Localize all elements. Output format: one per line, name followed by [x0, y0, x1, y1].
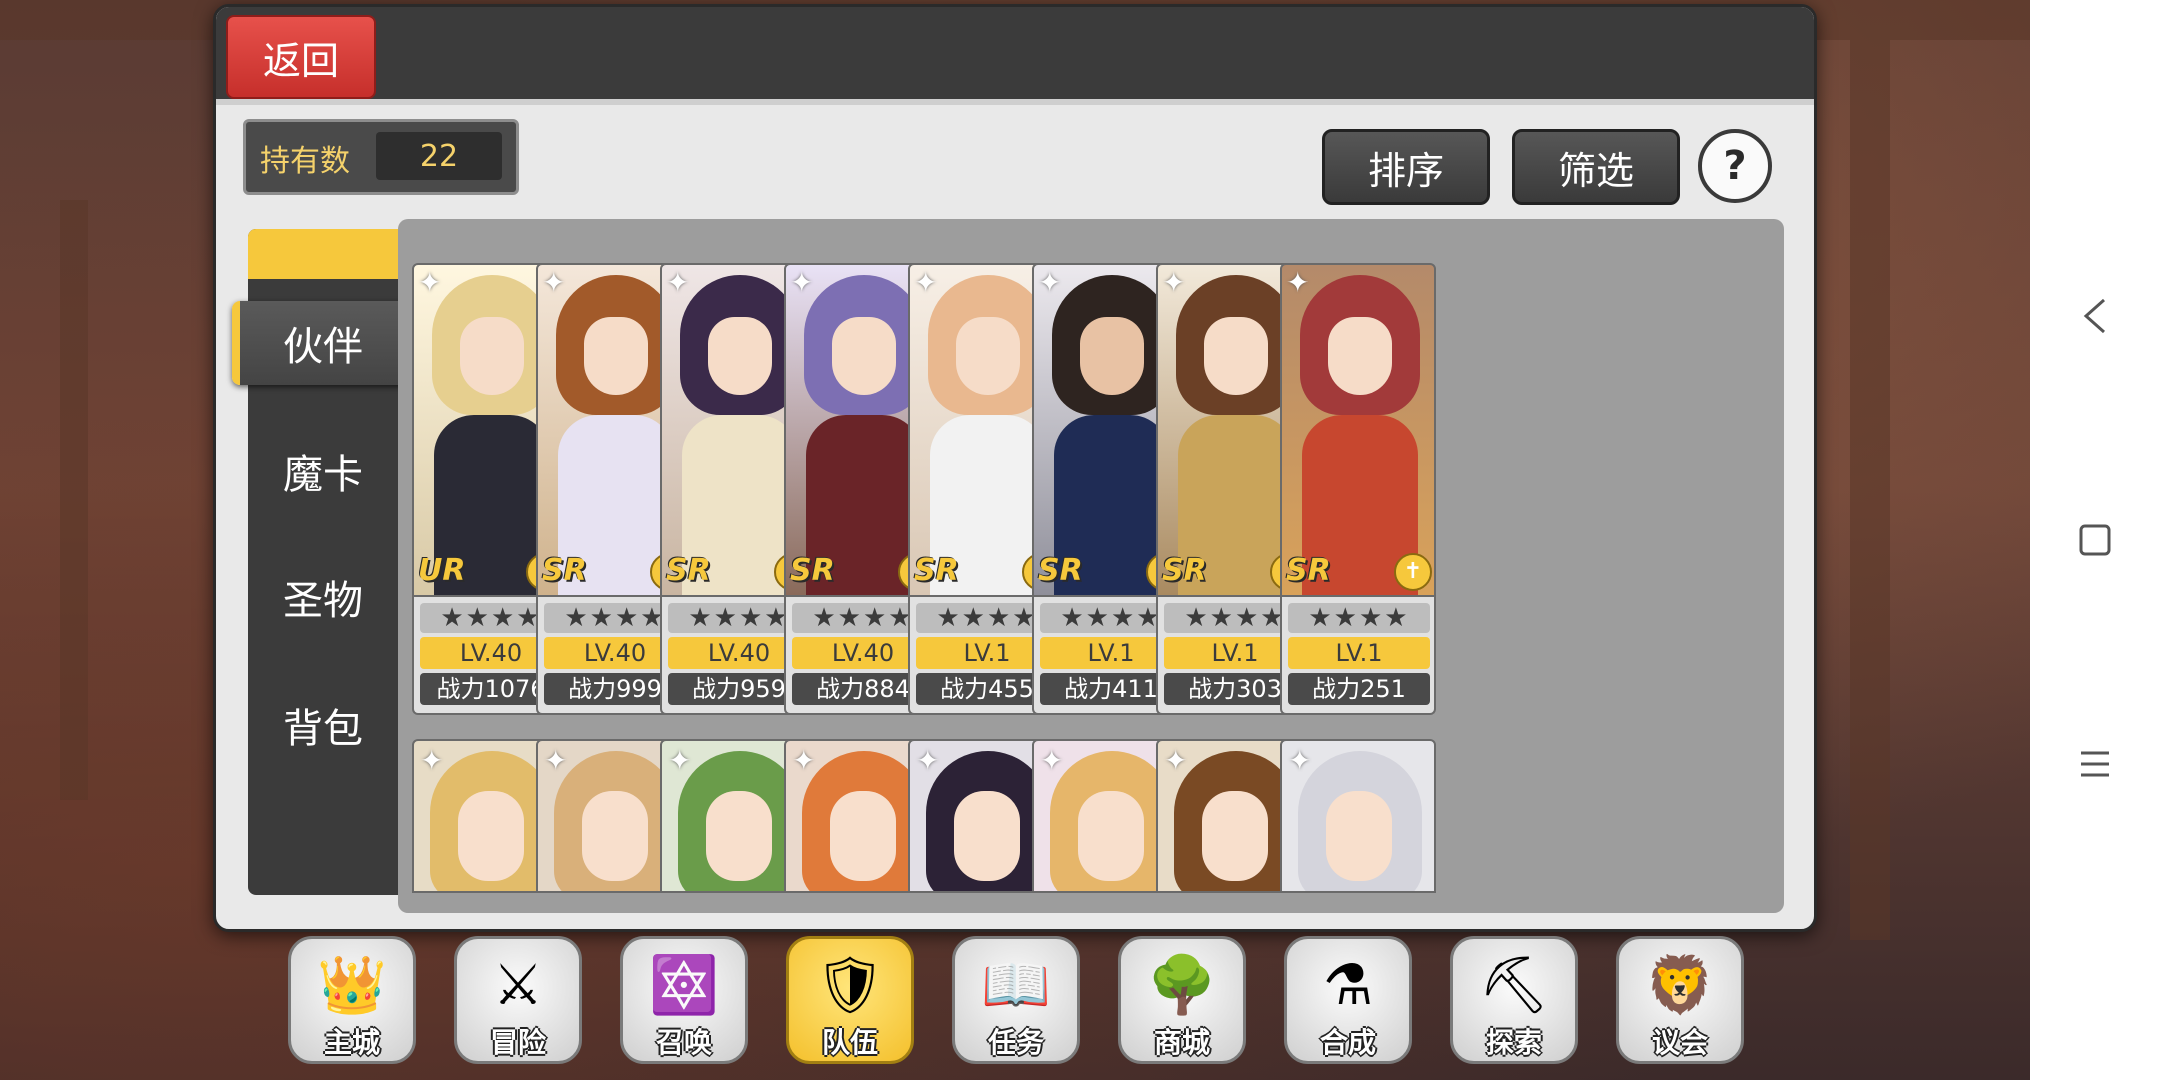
- nav-label: 冒险: [489, 1026, 546, 1059]
- nav-summon[interactable]: 🔯 召唤: [620, 936, 748, 1064]
- owned-count-value: 22: [376, 132, 502, 180]
- element-gem-icon: ✦: [1040, 744, 1064, 777]
- character-card[interactable]: ✦ SR ✝ ★★★★ LV.1 战力251: [1280, 263, 1436, 715]
- nav-label: 召唤: [655, 1026, 712, 1059]
- nav-adventure[interactable]: ⚔ 冒险: [454, 936, 582, 1064]
- nav-quests[interactable]: 📖 任务: [952, 936, 1080, 1064]
- nav-label: 主城: [323, 1026, 380, 1059]
- rarity-badge: SR: [666, 553, 711, 588]
- nav-label: 商城: [1153, 1026, 1210, 1059]
- home-square-icon[interactable]: [2030, 500, 2159, 580]
- card-summon-icon: 🔯: [649, 953, 719, 1018]
- nav-label: 合成: [1319, 1026, 1376, 1059]
- element-gem-icon: ✦: [1162, 266, 1186, 299]
- level-label: LV.1: [1288, 637, 1430, 669]
- nav-team[interactable]: 🛡 队伍: [786, 936, 914, 1064]
- wings-emblem-icon: 🛡: [814, 953, 886, 1018]
- side-tab-accent: [248, 229, 398, 279]
- power-label: 战力251: [1288, 673, 1430, 705]
- nav-main-city[interactable]: 👑 主城: [288, 936, 416, 1064]
- rarity-badge: SR: [1286, 553, 1331, 588]
- nav-label: 议会: [1651, 1026, 1708, 1059]
- owned-count-label: 持有数: [260, 144, 350, 179]
- council-emblem-icon: 🦁: [1645, 953, 1715, 1018]
- cross-icon: ✝: [1394, 553, 1432, 591]
- tab-magic-cards[interactable]: 魔卡: [248, 429, 398, 513]
- help-button[interactable]: ?: [1698, 129, 1772, 203]
- element-gem-icon: ✦: [542, 266, 566, 299]
- element-gem-icon: ✦: [418, 266, 442, 299]
- element-gem-icon: ✦: [420, 744, 444, 777]
- potion-icon: ⚗: [1322, 953, 1374, 1018]
- rarity-badge: SR: [542, 553, 587, 588]
- sort-button[interactable]: 排序: [1322, 129, 1490, 205]
- tab-partners[interactable]: 伙伴: [232, 301, 406, 385]
- element-gem-icon: ✦: [1038, 266, 1062, 299]
- element-gem-icon: ✦: [792, 744, 816, 777]
- character-portrait: [1280, 263, 1436, 597]
- team-panel: 返回 持有数 22 排序 筛选 ? 伙伴 魔卡 圣物 背包 ✦ UR ➶ ★★★…: [213, 4, 1817, 932]
- element-gem-icon: ✦: [1286, 266, 1310, 299]
- nav-shop[interactable]: 🌳 商城: [1118, 936, 1246, 1064]
- back-triangle-icon[interactable]: [2030, 276, 2159, 356]
- element-gem-icon: ✦: [914, 266, 938, 299]
- nav-label: 探索: [1485, 1026, 1542, 1059]
- rarity-badge: SR: [914, 553, 959, 588]
- character-card[interactable]: ✦: [1280, 739, 1436, 893]
- element-gem-icon: ✦: [916, 744, 940, 777]
- rarity-badge: UR: [418, 553, 466, 588]
- nav-synthesis[interactable]: ⚗ 合成: [1284, 936, 1412, 1064]
- element-gem-icon: ✦: [666, 266, 690, 299]
- card-info: ★★★★ LV.1 战力251: [1280, 597, 1436, 715]
- android-nav-bar: [2030, 0, 2159, 1080]
- element-gem-icon: ✦: [668, 744, 692, 777]
- star-rating: ★★★★: [1288, 603, 1430, 633]
- element-gem-icon: ✦: [1164, 744, 1188, 777]
- tab-backpack[interactable]: 背包: [248, 683, 398, 767]
- rarity-badge: SR: [790, 553, 835, 588]
- nav-council[interactable]: 🦁 议会: [1616, 936, 1744, 1064]
- axes-icon: ⚔: [492, 953, 544, 1018]
- element-gem-icon: ✦: [790, 266, 814, 299]
- nav-label: 任务: [987, 1026, 1044, 1059]
- shovel-icon: ⛏: [1478, 953, 1550, 1018]
- shop-tree-icon: 🌳: [1147, 953, 1217, 1018]
- rarity-badge: SR: [1162, 553, 1207, 588]
- menu-lines-icon[interactable]: [2030, 724, 2159, 804]
- crown-icon: 👑: [317, 953, 387, 1018]
- back-button[interactable]: 返回: [226, 15, 376, 99]
- panel-header-bar: 返回: [216, 7, 1814, 105]
- element-gem-icon: ✦: [1288, 744, 1312, 777]
- owned-count-box: 持有数 22: [243, 119, 519, 195]
- character-grid: ✦ UR ➶ ★★★★ LV.40 战力1076 ✦ SR ➶ ★★★★ LV.…: [398, 219, 1784, 913]
- filter-button[interactable]: 筛选: [1512, 129, 1680, 205]
- book-icon: 📖: [981, 953, 1051, 1018]
- rarity-badge: SR: [1038, 553, 1083, 588]
- nav-label: 队伍: [821, 1026, 878, 1059]
- side-tab-bar: 伙伴 魔卡 圣物 背包: [232, 229, 406, 895]
- nav-explore[interactable]: ⛏ 探索: [1450, 936, 1578, 1064]
- element-gem-icon: ✦: [544, 744, 568, 777]
- tab-relics[interactable]: 圣物: [248, 555, 398, 639]
